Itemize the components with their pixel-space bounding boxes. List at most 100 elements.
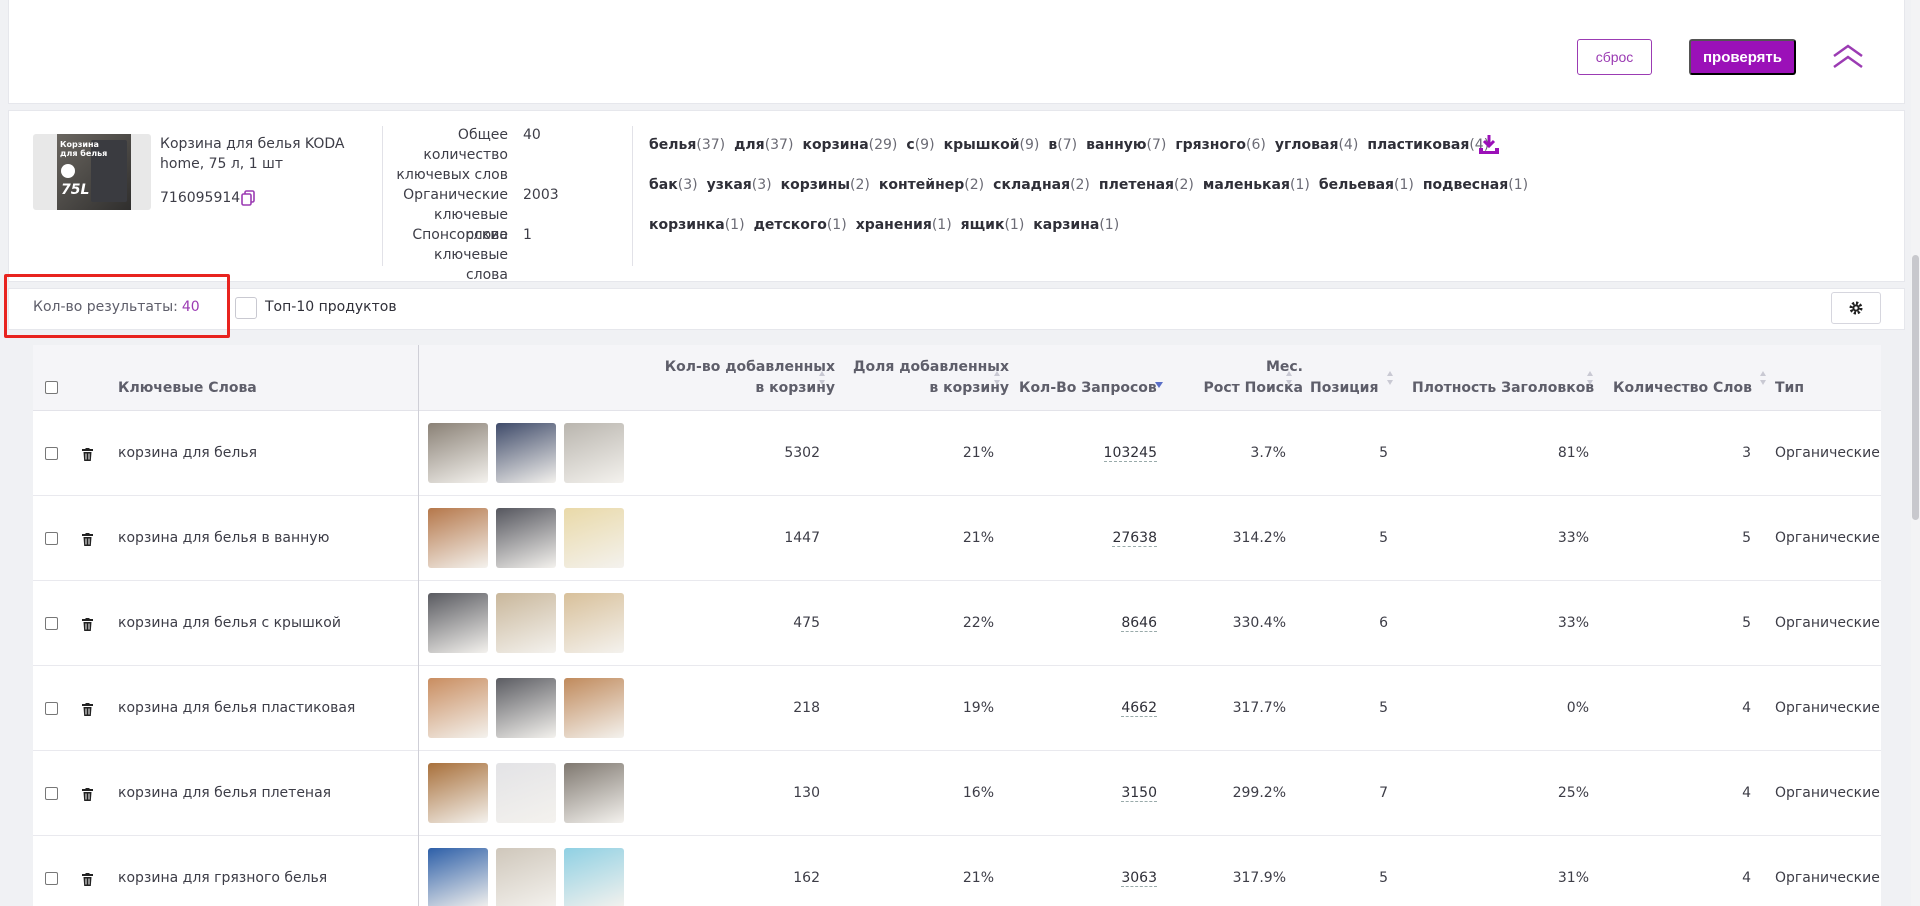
keyword-tag[interactable]: ящик(1) [961, 217, 1025, 233]
header-word-count[interactable]: Количество Слов [1613, 378, 1752, 399]
sort-icon[interactable] [993, 369, 1001, 387]
row-checkbox[interactable] [45, 532, 58, 545]
header-keywords[interactable]: Ключевые Слова [118, 378, 257, 399]
header-position[interactable]: Позиция [1310, 378, 1378, 399]
reset-button[interactable]: сброс [1577, 39, 1652, 75]
sort-icon[interactable] [1759, 369, 1767, 387]
row-checkbox[interactable] [45, 617, 58, 630]
keyword-tag[interactable]: корзинка(1) [649, 217, 745, 233]
keyword-tag[interactable]: детского(1) [754, 217, 847, 233]
queries-value[interactable]: 103245 [1103, 445, 1157, 462]
scrollbar-thumb[interactable] [1912, 255, 1919, 520]
product-image[interactable] [428, 508, 488, 568]
product-image[interactable] [496, 763, 556, 823]
keyword-tag[interactable]: для(37) [734, 137, 793, 153]
header-share[interactable]: Доля добавленных в корзину [793, 357, 1009, 399]
trash-icon[interactable] [82, 703, 93, 716]
sort-icon[interactable] [1586, 369, 1594, 387]
product-image[interactable] [564, 508, 624, 568]
keyword-tag-count: (1) [1099, 217, 1120, 233]
product-image[interactable] [496, 423, 556, 483]
row-checkbox[interactable] [45, 787, 58, 800]
table-row[interactable]: корзина для белья в ванную 1447 21% 2763… [33, 496, 1881, 581]
keyword-tag[interactable]: маленькая(1) [1203, 177, 1310, 193]
product-image[interactable] [564, 423, 624, 483]
product-image[interactable] [428, 423, 488, 483]
product-image[interactable] [496, 593, 556, 653]
trash-icon[interactable] [82, 788, 93, 801]
product-image[interactable] [428, 763, 488, 823]
settings-button[interactable] [1831, 292, 1881, 324]
sort-icon[interactable] [1386, 369, 1394, 387]
product-image[interactable] [496, 678, 556, 738]
keyword-tag[interactable]: контейнер(2) [879, 177, 984, 193]
keyword-tag-word: угловая [1274, 137, 1339, 153]
product-image[interactable] [564, 593, 624, 653]
header-type[interactable]: Тип [1775, 378, 1804, 399]
keyword-tag-count: (1) [826, 217, 847, 233]
product-image[interactable] [564, 763, 624, 823]
keyword-tag[interactable]: белья(37) [649, 137, 725, 153]
copy-icon[interactable] [240, 190, 256, 207]
density-value: 31% [1557, 870, 1589, 886]
row-checkbox[interactable] [45, 702, 58, 715]
keyword-text[interactable]: корзина для белья [118, 445, 257, 461]
keyword-tag[interactable]: хранения(1) [856, 217, 952, 233]
collapse-chevron-icon[interactable] [1831, 43, 1865, 71]
queries-value[interactable]: 3063 [1121, 870, 1157, 887]
sort-icon[interactable] [1285, 369, 1293, 387]
keyword-text[interactable]: корзина для белья в ванную [118, 530, 329, 546]
frozen-column-divider [418, 345, 419, 906]
keyword-tag[interactable]: крышкой(9) [944, 137, 1040, 153]
product-image[interactable] [428, 678, 488, 738]
product-thumbnail[interactable]: Корзина для белья 75L [33, 134, 151, 210]
queries-value[interactable]: 4662 [1121, 700, 1157, 717]
row-checkbox[interactable] [45, 872, 58, 885]
keyword-tag[interactable]: бельевая(1) [1319, 177, 1414, 193]
check-button[interactable]: проверять [1689, 39, 1796, 75]
keyword-tag[interactable]: плетеная(2) [1099, 177, 1194, 193]
trash-icon[interactable] [82, 873, 93, 886]
keyword-text[interactable]: корзина для грязного белья [118, 870, 327, 886]
product-image[interactable] [564, 678, 624, 738]
table-row[interactable]: корзина для грязного белья 162 21% 3063 … [33, 836, 1881, 906]
keyword-tag[interactable]: грязного(6) [1175, 137, 1266, 153]
product-image[interactable] [496, 508, 556, 568]
product-image[interactable] [428, 848, 488, 906]
keyword-text[interactable]: корзина для белья плетеная [118, 785, 331, 801]
keyword-tag[interactable]: угловая(4) [1275, 137, 1358, 153]
select-all-checkbox[interactable] [45, 381, 58, 394]
keyword-tag[interactable]: пластиковая(4) [1367, 137, 1489, 153]
keyword-tag[interactable]: карзина(1) [1033, 217, 1119, 233]
queries-value[interactable]: 3150 [1121, 785, 1157, 802]
trash-icon[interactable] [82, 618, 93, 631]
keyword-tag[interactable]: ванную(7) [1086, 137, 1166, 153]
product-image[interactable] [428, 593, 488, 653]
table-row[interactable]: корзина для белья с крышкой 475 22% 8646… [33, 581, 1881, 666]
keyword-tag[interactable]: бак(3) [649, 177, 698, 193]
keyword-text[interactable]: корзина для белья пластиковая [118, 700, 355, 716]
keyword-tag[interactable]: складная(2) [993, 177, 1090, 193]
queries-value[interactable]: 8646 [1121, 615, 1157, 632]
trash-icon[interactable] [82, 448, 93, 461]
header-density[interactable]: Плотность Заголовков [1412, 378, 1594, 399]
keyword-tag[interactable]: с(9) [906, 137, 934, 153]
keyword-tag[interactable]: подвесная(1) [1423, 177, 1528, 193]
top10-checkbox[interactable] [235, 297, 257, 319]
row-checkbox[interactable] [45, 447, 58, 460]
table-row[interactable]: корзина для белья плетеная 130 16% 3150 … [33, 751, 1881, 836]
keyword-tag[interactable]: корзина(29) [802, 137, 897, 153]
trash-icon[interactable] [82, 533, 93, 546]
header-queries[interactable]: Кол-Во Запросов [1019, 378, 1157, 399]
keyword-text[interactable]: корзина для белья с крышкой [118, 615, 341, 631]
table-row[interactable]: корзина для белья 5302 21% 103245 3.7% 5… [33, 411, 1881, 496]
keyword-tag[interactable]: в(7) [1048, 137, 1077, 153]
download-icon[interactable] [1477, 133, 1501, 157]
keyword-tag[interactable]: узкая(3) [707, 177, 772, 193]
header-growth[interactable]: Мес. Рост Поиска [1153, 357, 1303, 399]
queries-value[interactable]: 27638 [1112, 530, 1157, 547]
product-image[interactable] [496, 848, 556, 906]
keyword-tag[interactable]: корзины(2) [781, 177, 870, 193]
product-image[interactable] [564, 848, 624, 906]
table-row[interactable]: корзина для белья пластиковая 218 19% 46… [33, 666, 1881, 751]
